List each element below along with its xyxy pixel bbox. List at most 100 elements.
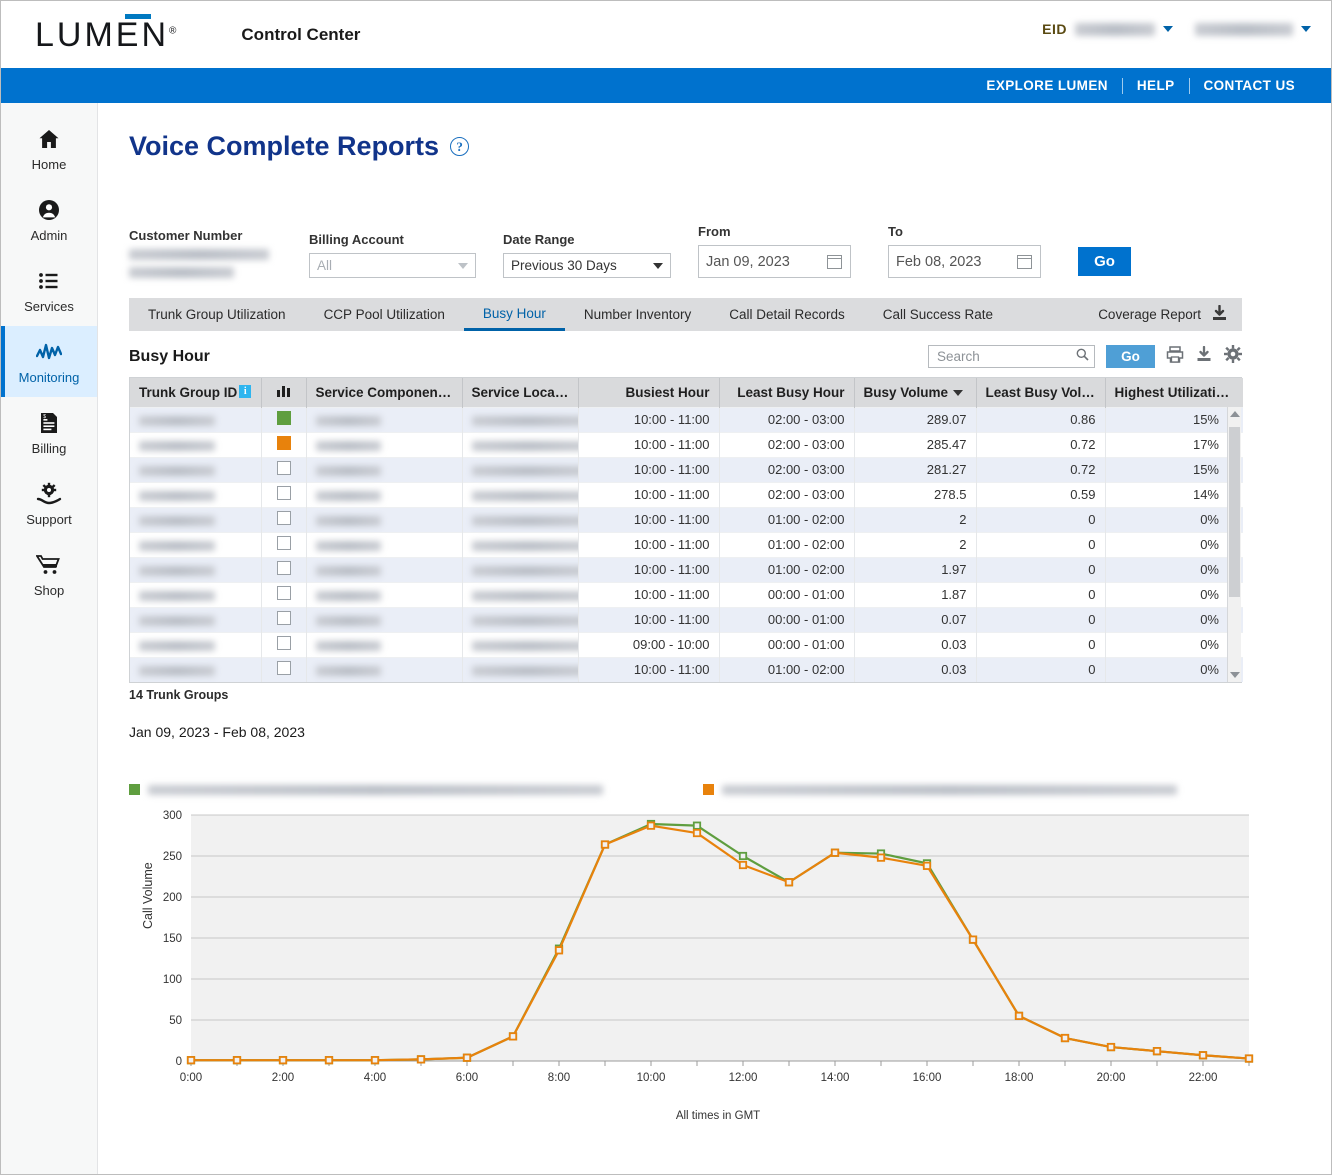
nav-help[interactable]: HELP xyxy=(1123,78,1189,93)
series-checkbox[interactable] xyxy=(276,636,291,650)
sidebar-item-support[interactable]: Support xyxy=(1,468,97,539)
customer-number-value-redacted: 1-2Z16GG8L3FTE SERVICES xyxy=(129,249,269,260)
cell-chart-toggle[interactable] xyxy=(261,481,307,507)
invoice-icon: $ xyxy=(36,410,62,436)
cell-service-location: UNIT 9-12, POUNDS… xyxy=(462,431,579,457)
cell-chart-toggle[interactable] xyxy=(261,556,307,582)
series-checkbox[interactable] xyxy=(276,436,291,450)
search-input[interactable] xyxy=(935,348,1088,365)
series-checkbox[interactable] xyxy=(276,586,291,600)
column-header-chart-toggle[interactable] xyxy=(261,378,307,407)
table-row[interactable]: 0000 00082 0BEIU73488BAS CORONATION …10:0… xyxy=(130,606,1243,632)
scroll-down-icon[interactable] xyxy=(1230,672,1240,678)
cell-busiest-hour: 10:00 - 11:00 xyxy=(578,581,720,607)
cell-chart-toggle[interactable] xyxy=(261,431,307,457)
calendar-icon[interactable] xyxy=(827,254,842,269)
sidebar-item-home[interactable]: Home xyxy=(1,113,97,184)
print-icon[interactable] xyxy=(1166,345,1184,368)
search-box[interactable] xyxy=(928,345,1095,368)
sidebar-item-admin[interactable]: Admin xyxy=(1,184,97,255)
help-icon[interactable]: ? xyxy=(450,137,470,156)
to-date-input[interactable]: Feb 08, 2023 xyxy=(888,245,1041,278)
cell-service-location: BAS CORONATION … xyxy=(462,531,579,557)
nav-contact-us[interactable]: CONTACT US xyxy=(1190,78,1310,93)
table-row[interactable]: 0000 00489 0BEIU79123BAS CORONATION …10:0… xyxy=(130,531,1243,557)
scrollbar-thumb[interactable] xyxy=(1229,427,1240,597)
table-row[interactable]: 0000 00017 BLTPU0064HUNIT 9-12, POUNDS…10… xyxy=(130,431,1243,457)
gear-icon[interactable] xyxy=(1224,345,1242,368)
scroll-up-icon[interactable] xyxy=(1230,411,1240,417)
series-checkbox[interactable] xyxy=(276,486,291,500)
sidebar-item-monitoring[interactable]: Monitoring xyxy=(1,326,97,397)
series-checkbox[interactable] xyxy=(276,511,291,525)
column-header-busiest-hour[interactable]: Busiest Hour xyxy=(578,378,720,407)
column-header-busy-volume[interactable]: Busy Volume xyxy=(854,378,977,407)
column-header-least-busy-volume[interactable]: Least Busy Volu… xyxy=(976,378,1106,407)
series-checkbox[interactable] xyxy=(276,536,291,550)
table-row[interactable]: 0000 00029 BLTPU00821UNIT 9-12, POUNDS…10… xyxy=(130,581,1243,607)
nav-explore-lumen[interactable]: EXPLORE LUMEN xyxy=(972,78,1121,93)
info-icon[interactable]: i xyxy=(239,384,252,398)
sidebar-item-billing[interactable]: $ Billing xyxy=(1,397,97,468)
svg-text:8:00: 8:00 xyxy=(548,1072,570,1084)
series-checkbox[interactable] xyxy=(276,561,291,575)
table-row[interactable]: 0000 00000 BLTPU00007UNIT 9-12, POUNDS…10… xyxy=(130,406,1243,432)
go-button[interactable]: Go xyxy=(1078,247,1131,276)
table-row[interactable]: 0000 00025 0BEIU79216BAS CORONATION …10:0… xyxy=(130,506,1243,532)
legend-item-series-1[interactable]: 0000 00000 unit 9-12, powergate business… xyxy=(129,784,703,795)
table-scrollbar[interactable] xyxy=(1227,407,1241,682)
calendar-icon[interactable] xyxy=(1017,254,1032,269)
column-header-least-busy-hour[interactable]: Least Busy Hour xyxy=(719,378,855,407)
series-checkbox[interactable] xyxy=(276,661,291,676)
to-label: To xyxy=(888,224,903,239)
column-header-trunk-group-id[interactable]: Trunk Group ID i xyxy=(130,378,262,407)
cell-busiest-hour: 10:00 - 11:00 xyxy=(578,406,720,432)
column-header-service-location[interactable]: Service Location xyxy=(462,378,579,407)
column-header-highest-utilization[interactable]: Highest Utilizatio… xyxy=(1105,378,1243,407)
sidebar-item-label: Shop xyxy=(33,582,65,598)
tab-busy-hour[interactable]: Busy Hour xyxy=(463,298,565,331)
cell-chart-toggle[interactable] xyxy=(261,631,307,657)
cell-chart-toggle[interactable] xyxy=(261,406,307,432)
cell-busiest-hour: 10:00 - 11:00 xyxy=(578,531,720,557)
tab-trunk-group-utilization[interactable]: Trunk Group Utilization xyxy=(129,298,305,331)
cell-chart-toggle[interactable] xyxy=(261,656,307,682)
account-chevron-down-icon[interactable] xyxy=(1301,26,1311,32)
cell-chart-toggle[interactable] xyxy=(261,606,307,632)
search-go-button[interactable]: Go xyxy=(1106,345,1155,368)
table-row[interactable]: 0000 00080 BLTPU0868AUNIT 9-12, POUNDS…10… xyxy=(130,556,1243,582)
cell-trunk-group-id: 0000 00000 xyxy=(130,406,262,432)
cell-chart-toggle[interactable] xyxy=(261,531,307,557)
table-row[interactable]: 0000 00024 0BEIU76286BAS CORONATION …10:0… xyxy=(130,456,1243,482)
table-row[interactable]: 000000 184 BL2AH18873UNIT 11, WATERS B…10… xyxy=(130,656,1243,682)
legend-item-series-2[interactable]: 0000 00017 unit 9-12, powergate business… xyxy=(703,784,1277,795)
sidebar-item-label: Services xyxy=(24,298,74,314)
tab-ccp-pool-utilization[interactable]: CCP Pool Utilization xyxy=(305,298,464,331)
date-range-select[interactable]: Previous 30 Days xyxy=(503,253,671,278)
sidebar-item-services[interactable]: Services xyxy=(1,255,97,326)
download-icon[interactable] xyxy=(1211,304,1228,325)
eid-chevron-down-icon[interactable] xyxy=(1163,26,1173,32)
billing-account-select[interactable]: All xyxy=(309,253,476,278)
tab-call-detail-records[interactable]: Call Detail Records xyxy=(710,298,864,331)
tab-call-success-rate[interactable]: Call Success Rate xyxy=(864,298,1012,331)
page-title: Voice Complete Reports ? xyxy=(129,131,1331,162)
table-row[interactable]: 000000 193 BL2HH10017UNIT 9-12, POUNDS…09… xyxy=(130,631,1243,657)
sidebar-item-shop[interactable]: Shop xyxy=(1,539,97,610)
cell-service-component: 0BEIU73014 xyxy=(306,481,463,507)
table-row[interactable]: 0000 00031 0BEIU73014BAS CORONATION …10:0… xyxy=(130,481,1243,507)
lumen-logo[interactable]: LUMEN® xyxy=(35,13,179,52)
cell-chart-toggle[interactable] xyxy=(261,456,307,482)
coverage-report-action[interactable]: Coverage Report xyxy=(1098,298,1228,331)
series-checkbox[interactable] xyxy=(276,461,291,475)
from-date-input[interactable]: Jan 09, 2023 xyxy=(698,245,851,278)
left-sidebar: Home Admin Services Monitoring $ Billing… xyxy=(1,103,98,1174)
column-header-service-component[interactable]: Service Component (S… xyxy=(306,378,463,407)
tab-number-inventory[interactable]: Number Inventory xyxy=(565,298,710,331)
cell-service-location: UNIT 11, WATERS B… xyxy=(462,656,579,682)
cell-chart-toggle[interactable] xyxy=(261,506,307,532)
series-checkbox[interactable] xyxy=(276,411,291,425)
series-checkbox[interactable] xyxy=(276,611,291,625)
cell-chart-toggle[interactable] xyxy=(261,581,307,607)
download-icon[interactable] xyxy=(1195,345,1213,368)
